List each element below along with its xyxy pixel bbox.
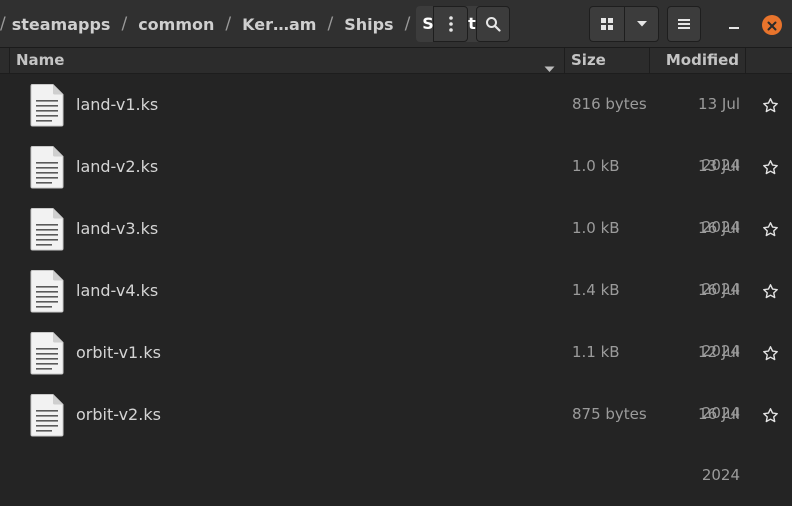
column-header-starred[interactable] [745, 48, 792, 73]
column-header-name[interactable]: Name [9, 48, 564, 73]
file-modified: 16 Jul 2024 [698, 405, 740, 484]
text-file-icon [29, 393, 65, 437]
file-row[interactable]: land-v4.ks 1.4 kB 16 Jul 2024 [0, 260, 792, 360]
minimize-icon [724, 19, 744, 38]
search-icon [485, 16, 501, 32]
file-row[interactable]: orbit-v2.ks 875 bytes 16 Jul 2024 [0, 384, 792, 484]
breadcrumb-separator: / [327, 14, 334, 34]
header-bar: / steamapps / common / Ker…am / Ships / … [0, 0, 792, 48]
file-size: 1.1 kB [572, 343, 620, 361]
file-name: land-v4.ks [76, 281, 159, 300]
breadcrumb-item-steamapps[interactable]: steamapps [12, 15, 111, 34]
file-row[interactable]: orbit-v1.ks 1.1 kB 12 Jul 2024 [0, 322, 792, 422]
breadcrumb: / steamapps / common / Ker…am / Ships / … [0, 6, 482, 42]
star-outline-icon[interactable] [762, 283, 779, 300]
star-outline-icon[interactable] [762, 159, 779, 176]
file-list: land-v1.ks 816 bytes 13 Jul 2024 land-v2… [0, 74, 792, 484]
file-name: orbit-v2.ks [76, 405, 161, 424]
breadcrumb-separator: / [121, 14, 128, 34]
file-name: land-v2.ks [76, 157, 159, 176]
close-icon [767, 16, 777, 35]
breadcrumb-item-common[interactable]: common [138, 15, 214, 34]
column-header: Name Size Modified [0, 48, 792, 74]
path-menu-button[interactable] [433, 6, 468, 42]
text-file-icon [29, 83, 65, 127]
text-file-icon [29, 207, 65, 251]
file-name: land-v3.ks [76, 219, 159, 238]
chevron-down-icon [636, 20, 648, 28]
text-file-icon [29, 145, 65, 189]
breadcrumb-item-ships[interactable]: Ships [344, 15, 393, 34]
file-row[interactable]: land-v2.ks 1.0 kB 13 Jul 2024 [0, 136, 792, 236]
text-file-icon [29, 331, 65, 375]
breadcrumb-separator: / [0, 14, 6, 34]
grid-view-icon [601, 18, 613, 30]
vertical-dots-icon [448, 16, 453, 32]
file-size: 1.0 kB [572, 219, 620, 237]
star-outline-icon[interactable] [762, 345, 779, 362]
main-menu-button[interactable] [667, 6, 701, 42]
search-button[interactable] [476, 6, 510, 42]
file-size: 1.4 kB [572, 281, 620, 299]
star-outline-icon[interactable] [762, 221, 779, 238]
file-size: 816 bytes [572, 95, 647, 113]
file-size: 875 bytes [572, 405, 647, 423]
file-row[interactable]: land-v3.ks 1.0 kB 16 Jul 2024 [0, 198, 792, 298]
text-file-icon [29, 269, 65, 313]
file-size: 1.0 kB [572, 157, 620, 175]
file-row[interactable]: land-v1.ks 816 bytes 13 Jul 2024 [0, 74, 792, 174]
view-options-dropdown[interactable] [624, 6, 659, 42]
star-outline-icon[interactable] [762, 407, 779, 424]
breadcrumb-item-kerbal[interactable]: Ker…am [242, 15, 316, 34]
close-button[interactable] [762, 15, 782, 35]
hamburger-menu-icon [678, 19, 690, 29]
breadcrumb-separator: / [225, 14, 232, 34]
grid-view-button[interactable] [589, 6, 625, 42]
file-name: land-v1.ks [76, 95, 159, 114]
file-name: orbit-v1.ks [76, 343, 161, 362]
minimize-button[interactable] [724, 14, 744, 34]
column-header-modified[interactable]: Modified [649, 48, 745, 73]
star-outline-icon[interactable] [762, 97, 779, 114]
column-header-size[interactable]: Size [564, 48, 649, 73]
